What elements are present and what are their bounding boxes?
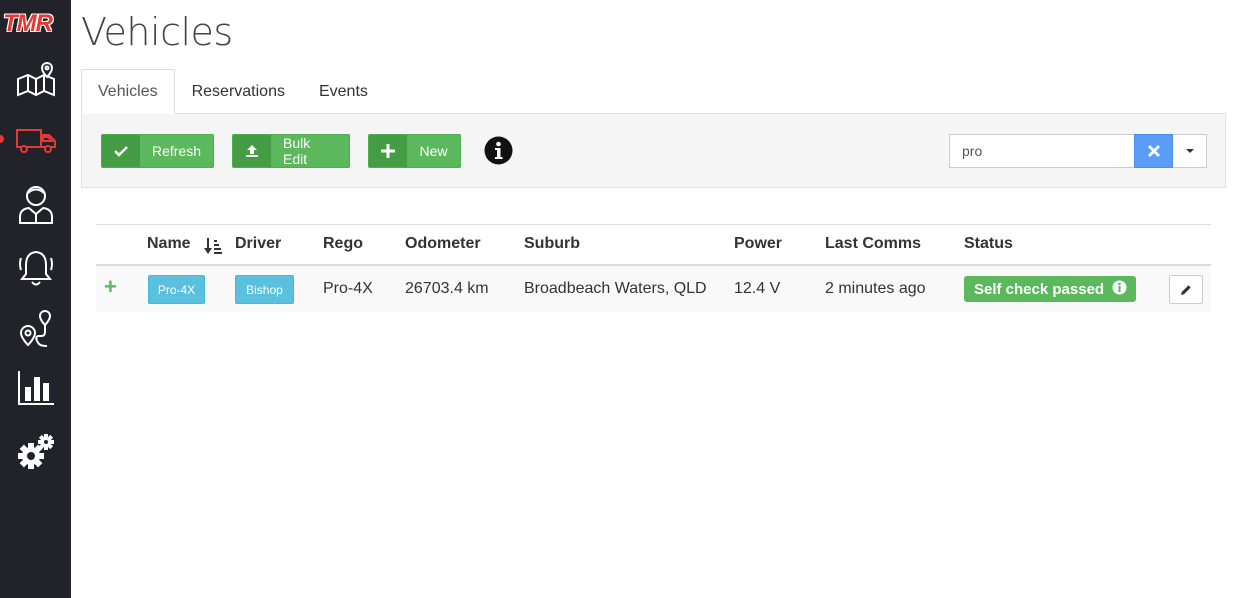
status-text: Self check passed	[974, 280, 1105, 298]
sidebar-item-reports[interactable]	[0, 364, 71, 412]
bulk-edit-label: Bulk Edit	[283, 135, 311, 167]
info-icon[interactable]	[484, 136, 513, 165]
toolbar: Refresh Bulk Edit New	[81, 113, 1226, 188]
col-suburb-header[interactable]: Suburb	[524, 235, 580, 253]
last-comms-cell: 2 minutes ago	[825, 280, 926, 297]
bar-chart-icon	[16, 369, 56, 407]
search-input[interactable]	[949, 134, 1134, 168]
search-group	[949, 134, 1207, 168]
bulk-edit-button[interactable]: Bulk Edit	[232, 134, 350, 168]
status-badge[interactable]: Self check passed	[964, 276, 1136, 302]
active-indicator	[0, 135, 4, 143]
vehicle-name-label[interactable]: Pro-4X	[148, 275, 205, 304]
settings-icon	[17, 433, 55, 471]
col-status-header[interactable]: Status	[964, 235, 1013, 253]
edit-button[interactable]	[1169, 275, 1203, 304]
plus-icon	[369, 135, 407, 167]
table-header: Name Driver Rego Odometer Suburb Power L…	[96, 225, 1211, 266]
suburb-cell: Broadbeach Waters, QLD	[524, 280, 707, 297]
refresh-button[interactable]: Refresh	[101, 134, 214, 168]
truck-icon	[15, 127, 57, 155]
sort-desc-icon[interactable]	[204, 237, 222, 260]
sidebar-item-vehicles[interactable]	[0, 117, 71, 165]
driver-icon	[17, 183, 55, 225]
app-logo[interactable]: TMR	[3, 10, 65, 40]
pencil-icon	[1181, 284, 1191, 295]
new-button[interactable]: New	[368, 134, 461, 168]
col-rego-header[interactable]: Rego	[323, 235, 363, 253]
tab-reservations[interactable]: Reservations	[175, 69, 302, 114]
sidebar-item-alerts[interactable]	[0, 244, 71, 292]
rego-cell: Pro-4X	[323, 280, 373, 297]
power-cell: 12.4 V	[734, 280, 781, 297]
vehicles-table: Name Driver Rego Odometer Suburb Power L…	[96, 224, 1211, 312]
col-last-comms-header[interactable]: Last Comms	[825, 235, 921, 253]
driver-label[interactable]: Bishop	[235, 275, 294, 304]
col-power-header[interactable]: Power	[734, 235, 782, 253]
sidebar: TMR	[0, 0, 71, 598]
tab-bar: Vehicles Reservations Events	[81, 69, 385, 114]
new-label: New	[419, 143, 448, 159]
refresh-label: Refresh	[151, 143, 201, 159]
map-icon	[16, 61, 56, 97]
col-name-header[interactable]: Name	[147, 235, 191, 253]
sidebar-item-routes[interactable]	[0, 304, 71, 352]
clear-search-button[interactable]	[1134, 134, 1173, 168]
sidebar-item-drivers[interactable]	[0, 180, 71, 228]
caret-down-icon	[1185, 149, 1194, 153]
table-row[interactable]: + Pro-4X Bishop Pro-4X 26703.4 km Broadb…	[96, 266, 1211, 312]
close-icon	[1147, 145, 1160, 157]
tab-vehicles[interactable]: Vehicles	[81, 69, 175, 114]
search-dropdown-button[interactable]	[1173, 134, 1207, 168]
col-driver-header[interactable]: Driver	[235, 235, 281, 253]
page-title: Vehicles	[81, 10, 233, 54]
check-icon	[102, 135, 140, 167]
odometer-cell: 26703.4 km	[405, 280, 489, 297]
expand-row-icon[interactable]: +	[104, 276, 117, 298]
sidebar-item-settings[interactable]	[0, 428, 71, 476]
tab-events[interactable]: Events	[302, 69, 385, 114]
sidebar-item-map[interactable]	[0, 55, 71, 103]
upload-icon	[233, 135, 271, 167]
col-odometer-header[interactable]: Odometer	[405, 235, 481, 253]
logo-text: TMR	[3, 10, 53, 37]
bell-icon	[18, 248, 54, 288]
info-icon[interactable]	[1112, 280, 1127, 299]
route-icon	[17, 308, 55, 348]
